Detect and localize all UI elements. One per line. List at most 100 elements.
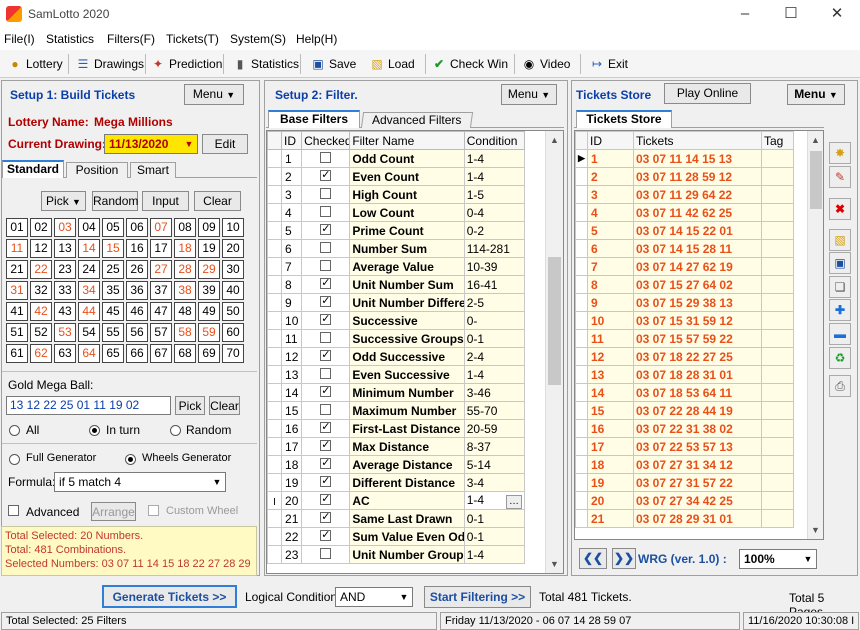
ticket-row[interactable]: 7 03 07 14 27 62 19 <box>575 257 794 276</box>
row-selector[interactable] <box>267 527 283 546</box>
number-cell[interactable]: 41 <box>6 302 28 321</box>
filter-checkbox[interactable] <box>301 203 351 222</box>
filter-condition[interactable]: 3-46 <box>463 383 526 402</box>
ellipsis-button[interactable]: … <box>506 494 522 509</box>
filter-condition[interactable]: 3-4 <box>463 473 526 492</box>
number-cell[interactable]: 34 <box>78 281 100 300</box>
ticket-row[interactable]: 4 03 07 11 42 62 25 <box>575 203 794 222</box>
recycle-icon[interactable]: ♻ <box>829 347 851 369</box>
ticket-row[interactable]: 3 03 07 11 29 64 22 <box>575 185 794 204</box>
tab-tickets-store[interactable]: Tickets Store <box>576 110 672 128</box>
close-icon[interactable]: ✕ <box>814 0 860 30</box>
number-cell[interactable]: 65 <box>102 344 124 363</box>
number-cell[interactable]: 08 <box>174 218 196 237</box>
number-cell[interactable]: 40 <box>222 281 244 300</box>
toolbar-check-win-button[interactable]: ✔ Check Win <box>432 54 508 74</box>
toolbar-load-button[interactable]: ▧ Load <box>370 54 414 74</box>
filter-condition[interactable]: 55-70 <box>463 401 526 420</box>
toolbar-lottery-button[interactable]: ● Lottery <box>8 54 62 74</box>
number-cell[interactable]: 52 <box>30 323 52 342</box>
first-page-icon[interactable]: ❮❮ <box>579 548 607 569</box>
row-selector[interactable] <box>267 401 283 420</box>
number-cell[interactable]: 68 <box>174 344 196 363</box>
filter-row[interactable]: 2 Even Count1-4 <box>267 167 526 186</box>
filter-condition[interactable]: 1-4 <box>463 545 526 564</box>
zoom-select[interactable]: 100% ▼ <box>739 549 817 569</box>
number-cell[interactable]: 09 <box>198 218 220 237</box>
generate-tickets-button[interactable]: Generate Tickets >> <box>102 585 237 608</box>
row-selector[interactable] <box>575 347 588 366</box>
filter-condition[interactable]: 0- <box>463 311 526 330</box>
filter-condition[interactable]: 2-4 <box>463 347 526 366</box>
row-selector[interactable] <box>267 383 283 402</box>
number-cell[interactable]: 27 <box>150 260 172 279</box>
tickets-scrollbar[interactable]: ▲ ▼ <box>807 131 823 539</box>
filter-condition[interactable]: 2-5 <box>463 293 526 312</box>
menu-statistics[interactable]: Statistics <box>46 32 94 46</box>
filter-checkbox[interactable] <box>301 149 351 168</box>
row-selector[interactable]: I <box>267 491 283 510</box>
print-icon[interactable]: ⎙ <box>829 375 851 397</box>
row-selector[interactable] <box>575 185 588 204</box>
number-cell[interactable]: 12 <box>30 239 52 258</box>
new-tickets-icon[interactable]: ✸ <box>829 142 851 164</box>
row-selector[interactable] <box>575 257 588 276</box>
row-selector[interactable] <box>575 509 588 528</box>
filter-row[interactable]: I20 AC1-4… <box>267 491 526 510</box>
number-cell[interactable]: 61 <box>6 344 28 363</box>
col-header-tickets[interactable]: Tickets <box>633 131 762 150</box>
menu-tickets[interactable]: Tickets(T) <box>166 32 219 46</box>
number-cell[interactable]: 55 <box>102 323 124 342</box>
row-selector[interactable] <box>267 455 283 474</box>
filter-row[interactable]: 1 Odd Count 1-4 <box>267 149 526 168</box>
logical-condition-select[interactable]: AND ▼ <box>335 587 413 607</box>
number-cell[interactable]: 45 <box>102 302 124 321</box>
number-cell[interactable]: 07 <box>150 218 172 237</box>
tickets-menu-button[interactable]: Menu ▼ <box>787 84 845 105</box>
tab-smart[interactable]: Smart <box>130 162 176 178</box>
number-cell[interactable]: 37 <box>150 281 172 300</box>
number-cell[interactable]: 16 <box>126 239 148 258</box>
row-selector[interactable] <box>575 473 588 492</box>
filter-row[interactable]: 6 Number Sum 114-281 <box>267 239 526 258</box>
tab-standard[interactable]: Standard <box>2 160 64 178</box>
number-cell[interactable]: 36 <box>126 281 148 300</box>
filter-checkbox[interactable] <box>301 545 351 564</box>
row-selector[interactable] <box>575 401 588 420</box>
filter-row[interactable]: 5 Prime Count0-2 <box>267 221 526 240</box>
toolbar-prediction-button[interactable]: ✦ Prediction <box>151 54 222 74</box>
row-selector[interactable] <box>575 437 588 456</box>
row-selector[interactable] <box>267 203 283 222</box>
col-header-checked[interactable]: Checked <box>301 131 351 150</box>
number-cell[interactable]: 06 <box>126 218 148 237</box>
mode-all-radio[interactable] <box>9 425 20 436</box>
filter-checkbox[interactable] <box>301 311 351 330</box>
number-cell[interactable]: 24 <box>78 260 100 279</box>
filter-checkbox[interactable] <box>301 239 351 258</box>
row-selector[interactable] <box>267 293 283 312</box>
filter-checkbox[interactable] <box>301 275 351 294</box>
filter-checkbox[interactable] <box>301 419 351 438</box>
filter-row[interactable]: 10 Successive0- <box>267 311 526 330</box>
row-selector[interactable] <box>267 185 283 204</box>
ticket-row[interactable]: 2 03 07 11 28 59 12 <box>575 167 794 186</box>
number-cell[interactable]: 62 <box>30 344 52 363</box>
row-selector[interactable] <box>575 383 588 402</box>
row-selector[interactable] <box>267 509 283 528</box>
number-cell[interactable]: 04 <box>78 218 100 237</box>
toolbar-statistics-button[interactable]: ▮ Statistics <box>233 54 299 74</box>
filter-checkbox[interactable] <box>301 437 351 456</box>
scroll-up-icon[interactable]: ▲ <box>811 135 820 145</box>
ticket-row[interactable]: 19 03 07 27 31 57 22 <box>575 473 794 492</box>
row-selector[interactable] <box>575 329 588 348</box>
filter-condition[interactable]: 8-37 <box>463 437 526 456</box>
number-cell[interactable]: 18 <box>174 239 196 258</box>
row-selector[interactable] <box>575 365 588 384</box>
number-cell[interactable]: 32 <box>30 281 52 300</box>
number-cell[interactable]: 10 <box>222 218 244 237</box>
number-cell[interactable]: 02 <box>30 218 52 237</box>
number-cell[interactable]: 67 <box>150 344 172 363</box>
formula-select[interactable]: if 5 match 4 ▼ <box>54 472 226 492</box>
ticket-row[interactable]: 17 03 07 22 53 57 13 <box>575 437 794 456</box>
filter-checkbox[interactable] <box>301 329 351 348</box>
